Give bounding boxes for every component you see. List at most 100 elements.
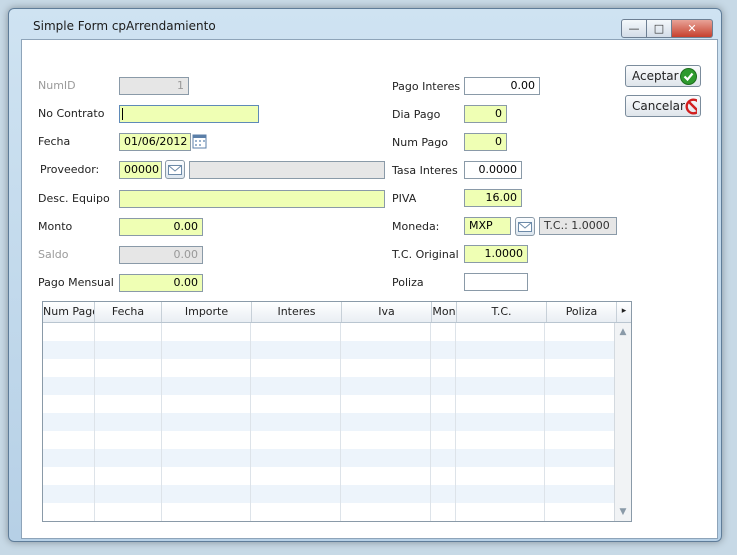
table-cell[interactable] xyxy=(341,485,431,503)
table-cell[interactable] xyxy=(341,431,431,449)
table-cell[interactable] xyxy=(456,449,546,467)
column-header[interactable]: Iva xyxy=(342,302,432,322)
table-cell[interactable] xyxy=(95,503,162,521)
table-row[interactable] xyxy=(43,341,615,359)
table-cell[interactable] xyxy=(545,503,615,521)
table-cell[interactable] xyxy=(545,431,615,449)
title-bar[interactable]: Simple Form cpArrendamiento — □ ✕ xyxy=(9,9,721,38)
table-cell[interactable] xyxy=(251,377,341,395)
maximize-button[interactable]: □ xyxy=(647,19,672,38)
table-cell[interactable] xyxy=(456,323,546,341)
table-cell[interactable] xyxy=(251,485,341,503)
table-cell[interactable] xyxy=(545,413,615,431)
table-cell[interactable] xyxy=(43,413,95,431)
tasa-interes-input[interactable]: 0.0000 xyxy=(464,161,522,179)
table-row[interactable] xyxy=(43,485,615,503)
table-cell[interactable] xyxy=(456,431,546,449)
table-row[interactable] xyxy=(43,503,615,521)
table-cell[interactable] xyxy=(456,485,546,503)
table-cell[interactable] xyxy=(95,323,162,341)
table-cell[interactable] xyxy=(43,341,95,359)
table-cell[interactable] xyxy=(341,395,431,413)
table-cell[interactable] xyxy=(341,377,431,395)
contrato-input[interactable] xyxy=(119,105,259,123)
table-cell[interactable] xyxy=(43,395,95,413)
table-cell[interactable] xyxy=(456,503,546,521)
table-cell[interactable] xyxy=(431,467,456,485)
close-button[interactable]: ✕ xyxy=(672,19,713,38)
table-cell[interactable] xyxy=(545,323,615,341)
column-header[interactable]: Poliza xyxy=(547,302,617,322)
proveedor-code-input[interactable]: 00000 xyxy=(119,161,162,179)
pago-mensual-input[interactable]: 0.00 xyxy=(119,274,203,292)
table-cell[interactable] xyxy=(95,449,162,467)
table-cell[interactable] xyxy=(162,341,252,359)
table-cell[interactable] xyxy=(456,341,546,359)
table-cell[interactable] xyxy=(341,413,431,431)
column-header[interactable]: T.C. xyxy=(457,302,547,322)
moneda-lookup-button[interactable] xyxy=(515,217,535,236)
table-cell[interactable] xyxy=(162,377,252,395)
table-cell[interactable] xyxy=(162,323,252,341)
equipo-input[interactable] xyxy=(119,190,385,208)
dia-pago-input[interactable]: 0 xyxy=(464,105,507,123)
table-cell[interactable] xyxy=(162,359,252,377)
table-cell[interactable] xyxy=(162,431,252,449)
table-cell[interactable] xyxy=(95,413,162,431)
table-cell[interactable] xyxy=(341,359,431,377)
more-columns-arrow-icon[interactable]: ▸ xyxy=(617,302,631,322)
table-cell[interactable] xyxy=(43,485,95,503)
table-cell[interactable] xyxy=(545,395,615,413)
aceptar-button[interactable]: Aceptar xyxy=(625,65,701,87)
table-cell[interactable] xyxy=(43,467,95,485)
table-cell[interactable] xyxy=(43,503,95,521)
table-row[interactable] xyxy=(43,359,615,377)
table-row[interactable] xyxy=(43,431,615,449)
table-cell[interactable] xyxy=(431,485,456,503)
table-cell[interactable] xyxy=(251,467,341,485)
table-cell[interactable] xyxy=(162,395,252,413)
table-cell[interactable] xyxy=(456,395,546,413)
table-cell[interactable] xyxy=(341,323,431,341)
table-row[interactable] xyxy=(43,467,615,485)
table-cell[interactable] xyxy=(162,449,252,467)
table-cell[interactable] xyxy=(251,359,341,377)
table-cell[interactable] xyxy=(162,485,252,503)
table-cell[interactable] xyxy=(545,359,615,377)
table-cell[interactable] xyxy=(431,431,456,449)
table-cell[interactable] xyxy=(251,431,341,449)
payments-grid[interactable]: Num Pago Fecha Importe Interes Iva Mon T… xyxy=(42,301,632,522)
table-cell[interactable] xyxy=(43,449,95,467)
table-cell[interactable] xyxy=(95,359,162,377)
scroll-down-icon[interactable]: ▼ xyxy=(616,505,630,519)
table-row[interactable] xyxy=(43,377,615,395)
table-cell[interactable] xyxy=(43,377,95,395)
column-header[interactable]: Fecha xyxy=(95,302,162,322)
table-row[interactable] xyxy=(43,323,615,341)
table-cell[interactable] xyxy=(545,449,615,467)
table-row[interactable] xyxy=(43,395,615,413)
cancelar-button[interactable]: Cancelar xyxy=(625,95,701,117)
table-cell[interactable] xyxy=(341,341,431,359)
table-cell[interactable] xyxy=(341,503,431,521)
table-cell[interactable] xyxy=(431,503,456,521)
table-cell[interactable] xyxy=(456,359,546,377)
table-cell[interactable] xyxy=(251,449,341,467)
table-cell[interactable] xyxy=(456,377,546,395)
table-cell[interactable] xyxy=(162,503,252,521)
table-cell[interactable] xyxy=(162,413,252,431)
table-cell[interactable] xyxy=(341,467,431,485)
minimize-button[interactable]: — xyxy=(621,19,647,38)
table-cell[interactable] xyxy=(251,323,341,341)
monto-input[interactable]: 0.00 xyxy=(119,218,203,236)
table-cell[interactable] xyxy=(431,413,456,431)
table-cell[interactable] xyxy=(431,359,456,377)
table-cell[interactable] xyxy=(456,413,546,431)
column-header[interactable]: Interes xyxy=(252,302,342,322)
table-cell[interactable] xyxy=(95,377,162,395)
proveedor-lookup-button[interactable] xyxy=(165,160,185,179)
table-cell[interactable] xyxy=(43,359,95,377)
table-cell[interactable] xyxy=(456,467,546,485)
table-cell[interactable] xyxy=(431,449,456,467)
tc-original-input[interactable]: 1.0000 xyxy=(464,245,528,263)
